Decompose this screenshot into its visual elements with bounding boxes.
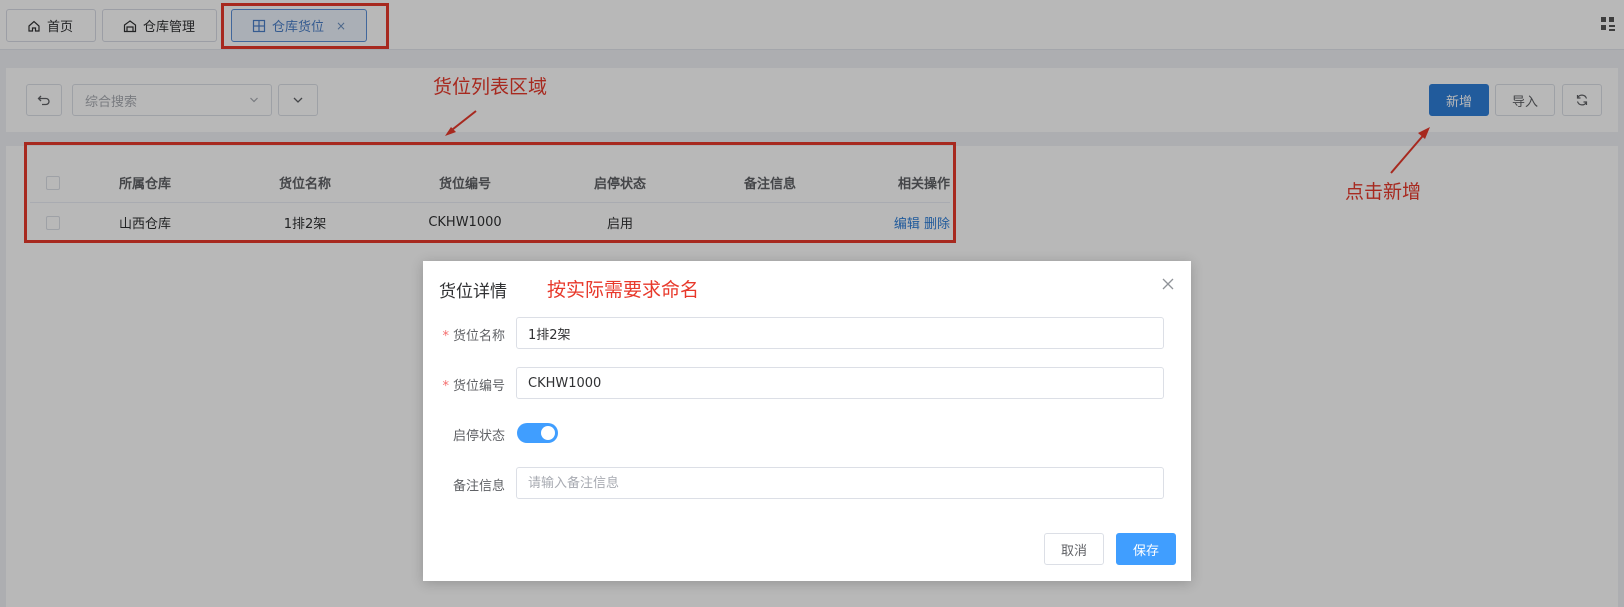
close-icon[interactable] (1161, 277, 1175, 291)
location-name-label: * 货位名称 (442, 329, 505, 344)
location-name-input[interactable] (516, 317, 1164, 349)
annotation-naming: 按实际需要求命名 (547, 279, 700, 301)
remark-label: 备注信息 (452, 479, 505, 494)
status-switch[interactable] (517, 423, 558, 443)
location-code-label: * 货位编号 (442, 379, 505, 394)
dialog-title: 货位详情 (439, 282, 507, 302)
save-button[interactable]: 保存 (1116, 533, 1176, 565)
switch-knob (541, 426, 555, 440)
status-label: 启停状态 (452, 429, 505, 444)
remark-input[interactable] (516, 467, 1164, 499)
cancel-button[interactable]: 取消 (1044, 533, 1104, 565)
location-detail-dialog: 货位详情 按实际需要求命名 *货位名称 *货位编号 启停状态 备注信息 取消 保… (423, 261, 1191, 581)
location-code-input[interactable] (516, 367, 1164, 399)
